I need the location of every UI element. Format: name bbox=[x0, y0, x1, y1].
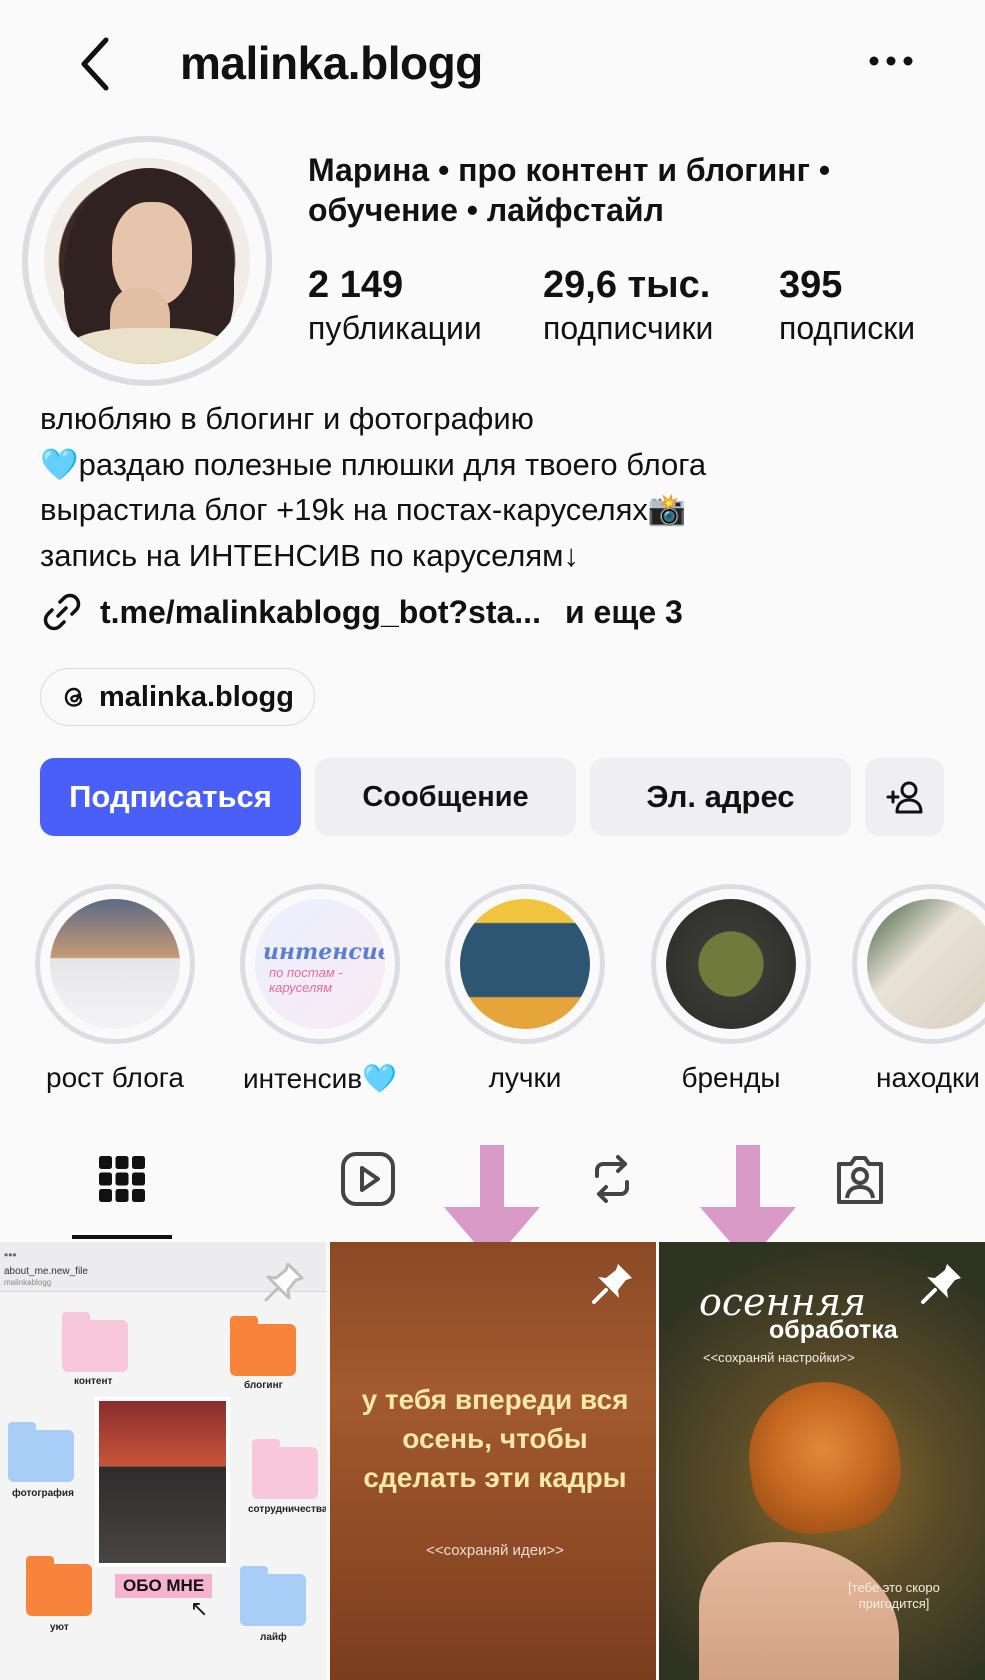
profile-bio: влюбляю в блогинг и фотографию 🩵раздаю п… bbox=[40, 396, 960, 578]
profile-tabs bbox=[0, 1140, 985, 1240]
highlight-nakhodki[interactable]: находки bbox=[852, 884, 985, 1094]
folder-label: фотография bbox=[12, 1488, 74, 1499]
tab-reels[interactable] bbox=[318, 1150, 418, 1240]
highlight-cover-title: интенсив bbox=[263, 939, 385, 965]
post-note: [тебе это скоро пригодится] bbox=[848, 1580, 940, 1611]
tagged-icon bbox=[837, 1156, 883, 1204]
highlight-cover-sub: по постам - каруселям bbox=[269, 965, 343, 995]
message-button[interactable]: Сообщение bbox=[315, 758, 576, 836]
pin-icon bbox=[588, 1258, 638, 1308]
followers-label: подписчики bbox=[543, 310, 714, 346]
threads-badge[interactable]: malinka.blogg bbox=[40, 668, 315, 726]
folder-label: блогинг bbox=[244, 1380, 283, 1391]
post-tile[interactable]: осенняя обработка <<сохраняй настройки>>… bbox=[659, 1242, 985, 1680]
folder-label: уют bbox=[50, 1622, 69, 1633]
highlight-cover bbox=[867, 899, 985, 1029]
top-bar: malinka.blogg bbox=[0, 0, 985, 130]
highlight-cover: интенсив по постам - каруселям bbox=[255, 899, 385, 1029]
avatar-photo bbox=[44, 158, 250, 364]
folder-label: контент bbox=[74, 1376, 113, 1387]
active-tab-indicator bbox=[72, 1235, 172, 1239]
post-title-2: обработка bbox=[769, 1316, 898, 1344]
highlight-label: рост блога bbox=[46, 1062, 184, 1093]
reels-icon bbox=[341, 1152, 395, 1206]
chevron-left-icon bbox=[81, 37, 109, 91]
tab-tagged[interactable] bbox=[810, 1150, 910, 1240]
folder-icon bbox=[62, 1312, 128, 1372]
folder-icon bbox=[230, 1316, 296, 1376]
email-button[interactable]: Эл. адрес bbox=[590, 758, 851, 836]
suggested-users-button[interactable] bbox=[865, 758, 944, 836]
bio-line: 🩵раздаю полезные плюшки для твоего блога bbox=[40, 446, 707, 482]
followers-count: 29,6 тыс. bbox=[543, 264, 711, 306]
highlight-rost-bloga[interactable]: рост блога bbox=[30, 884, 200, 1094]
threads-icon bbox=[64, 687, 83, 707]
full-name-line-2: обучение • лайфстайл bbox=[308, 192, 664, 228]
folder-icon bbox=[8, 1422, 74, 1482]
post-badge: ОБО МНЕ bbox=[115, 1574, 213, 1598]
post-subcaption: <<сохраняй настройки>> bbox=[703, 1350, 855, 1365]
cursor-icon: ↖ bbox=[190, 1596, 209, 1621]
bio-line: вырастила блог +19k на постах-каруселях📸 bbox=[40, 492, 687, 527]
highlight-label: лучки bbox=[488, 1062, 562, 1093]
follow-button[interactable]: Подписаться bbox=[40, 758, 301, 836]
bio-link-text[interactable]: t.me/malinkablogg_bot?sta... bbox=[100, 594, 541, 631]
post-tile[interactable]: у тебя впереди вся осень, чтобы сделать … bbox=[330, 1242, 656, 1680]
profile-full-name: Марина • про контент и блогинг • обучени… bbox=[308, 150, 948, 230]
post-subcaption: <<сохраняй идеи>> bbox=[426, 1542, 564, 1559]
post-file-title: about_me.new_file bbox=[4, 1266, 88, 1277]
threads-handle: malinka.blogg bbox=[99, 680, 294, 713]
full-name-line-1: Марина • про контент и блогинг • bbox=[308, 152, 831, 188]
folder-label: сотрудничества bbox=[248, 1504, 326, 1515]
bio-link[interactable]: t.me/malinkablogg_bot?sta... и еще 3 bbox=[40, 590, 683, 634]
post-file-sub: malinkablogg bbox=[4, 1278, 52, 1287]
add-user-icon bbox=[886, 781, 922, 814]
folder-icon bbox=[252, 1439, 318, 1499]
post-photo bbox=[95, 1397, 230, 1567]
highlight-cover bbox=[460, 899, 590, 1029]
bio-line: влюбляю в блогинг и фотографию bbox=[40, 401, 534, 436]
tab-posts[interactable] bbox=[72, 1150, 172, 1240]
highlight-cover bbox=[666, 899, 796, 1029]
folder-icon bbox=[26, 1556, 92, 1616]
stat-posts[interactable]: 2 149 публикации bbox=[308, 262, 482, 348]
stat-following[interactable]: 395 подписки bbox=[779, 262, 915, 348]
folder-label: лайф bbox=[260, 1632, 287, 1643]
highlight-label: интенсив🩵 bbox=[242, 1063, 398, 1094]
link-icon bbox=[43, 593, 81, 631]
posts-label: публикации bbox=[308, 310, 482, 346]
highlight-luchki[interactable]: лучки bbox=[440, 884, 610, 1094]
profile-username: malinka.blogg bbox=[180, 37, 483, 89]
highlight-brendy[interactable]: бренды bbox=[646, 884, 816, 1094]
posts-count: 2 149 bbox=[308, 264, 404, 306]
highlight-label: бренды bbox=[681, 1062, 781, 1093]
following-label: подписки bbox=[779, 310, 916, 346]
highlight-intensiv[interactable]: интенсив по постам - каруселям интенсив🩵 bbox=[235, 884, 405, 1095]
repost-icon bbox=[595, 1155, 629, 1203]
grid-icon bbox=[99, 1156, 145, 1202]
more-options-button[interactable] bbox=[866, 46, 916, 76]
folder-icon bbox=[240, 1566, 306, 1626]
post-tile[interactable]: ••• about_me.new_file malinkablogg конте… bbox=[0, 1242, 326, 1680]
pin-icon bbox=[258, 1258, 308, 1308]
back-button[interactable] bbox=[72, 36, 120, 92]
more-dots-icon bbox=[869, 56, 913, 66]
following-count: 395 bbox=[779, 264, 843, 306]
bio-line: запись на ИНТЕНСИВ по каруселям↓ bbox=[40, 537, 579, 573]
bio-link-more[interactable]: и еще 3 bbox=[565, 594, 683, 631]
highlight-label: находки bbox=[876, 1062, 980, 1093]
tab-reposts[interactable] bbox=[562, 1150, 662, 1240]
stat-followers[interactable]: 29,6 тыс. подписчики bbox=[543, 262, 713, 348]
highlight-cover bbox=[50, 899, 180, 1029]
post-leaf-image bbox=[739, 1372, 909, 1542]
avatar[interactable] bbox=[22, 136, 272, 386]
post-caption: у тебя впереди вся осень, чтобы сделать … bbox=[361, 1384, 629, 1493]
pin-icon bbox=[917, 1258, 967, 1308]
